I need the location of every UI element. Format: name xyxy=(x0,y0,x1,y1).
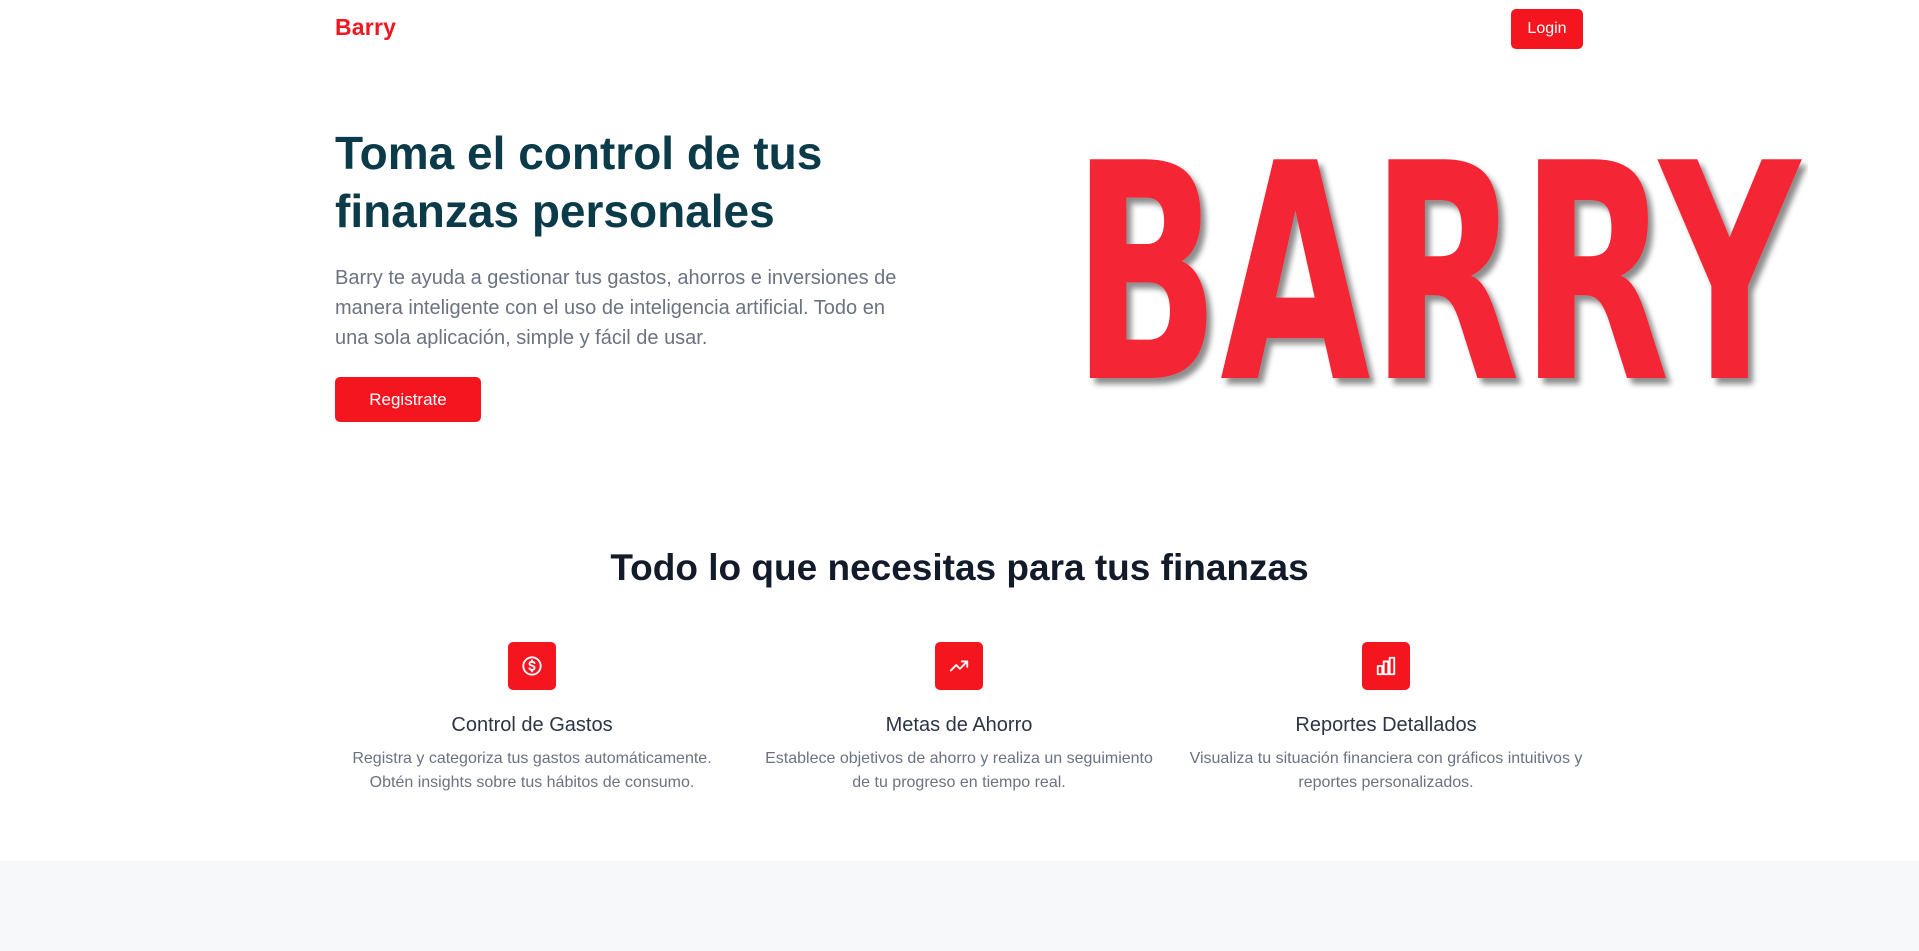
feature-card-savings: Metas de Ahorro Establece objetivos de a… xyxy=(759,642,1159,795)
feature-description: Establece objetivos de ahorro y realiza … xyxy=(765,750,1153,791)
trending-up-icon xyxy=(935,642,983,690)
logo-wordmark: BARRY xyxy=(1072,140,1802,400)
feature-description: Registra y categoriza tus gastos automát… xyxy=(352,750,712,791)
register-button[interactable]: Registrate xyxy=(335,377,481,422)
feature-description: Visualiza tu situación financiera con gr… xyxy=(1189,750,1583,791)
feature-title: Metas de Ahorro xyxy=(885,714,1033,736)
hero-description: Barry te ayuda a gestionar tus gastos, a… xyxy=(335,267,897,349)
brand-logo-text[interactable]: Barry xyxy=(335,14,396,41)
bar-chart-icon xyxy=(1362,642,1410,690)
feature-card-reports: Reportes Detallados Visualiza tu situaci… xyxy=(1186,642,1586,795)
next-section-band xyxy=(0,861,1919,951)
feature-title: Control de Gastos xyxy=(451,714,613,736)
hero-title: Toma el control de tus finanzas personal… xyxy=(335,127,823,237)
barry-logo-graphic: BARRY xyxy=(1072,140,1802,400)
features-title: Todo lo que necesitas para tus finanzas xyxy=(610,547,1309,588)
landing-page: Barry Login Toma el control de tus finan… xyxy=(0,0,1919,951)
dollar-circle-icon xyxy=(508,642,556,690)
feature-title: Reportes Detallados xyxy=(1295,714,1477,736)
login-button[interactable]: Login xyxy=(1511,9,1583,49)
feature-card-expenses: Control de Gastos Registra y categoriza … xyxy=(332,642,732,795)
